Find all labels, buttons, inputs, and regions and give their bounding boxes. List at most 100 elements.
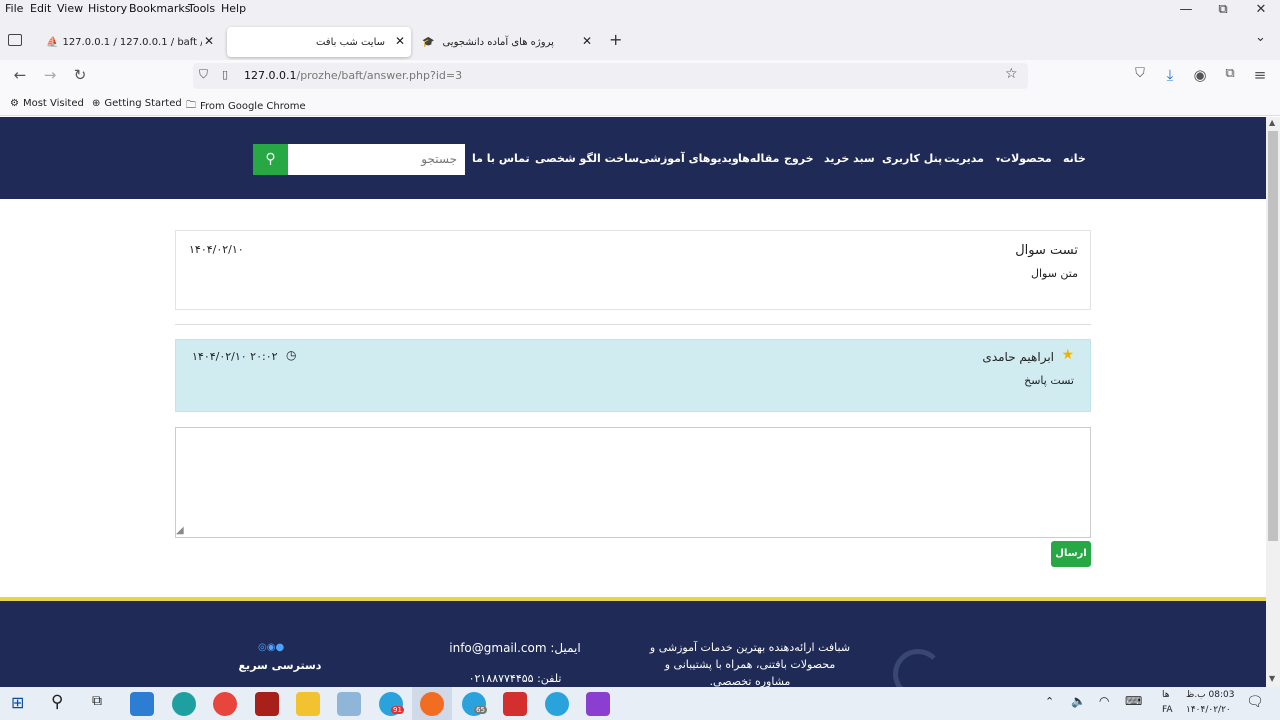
windows-taskbar: ⊞ ⚲ ⧉ 91 65 ⌃ 🔈 ◠ ⌨ ها FA 08:03 ب.ظ ۱۴۰۴… (0, 687, 1280, 720)
menu-icon[interactable]: ≡ (1250, 66, 1270, 84)
back-icon[interactable]: ← (10, 66, 30, 84)
bookmark-folder-chrome[interactable]: 🗀 From Google Chrome (186, 98, 306, 115)
close-tab-icon[interactable]: ✕ (395, 34, 405, 48)
telegram-icon[interactable] (545, 692, 569, 716)
menu-tools[interactable]: Tools (188, 2, 215, 15)
account-icon[interactable]: ◉ (1190, 66, 1210, 84)
clock-time[interactable]: 08:03 ب.ظ (1186, 690, 1234, 700)
question-date: ۱۴۰۴/۰۲/۱۰ (189, 243, 244, 256)
social-icons: ◎◉● (258, 642, 284, 653)
phpstorm-icon[interactable] (586, 692, 610, 716)
acrobat-icon[interactable] (503, 692, 527, 716)
close-tab-icon[interactable]: ✕ (204, 34, 214, 48)
file-explorer-icon[interactable] (296, 692, 320, 716)
forward-icon[interactable]: → (40, 66, 60, 84)
page-icon: ▯ (222, 68, 229, 81)
close-tab-icon[interactable]: ✕ (582, 34, 592, 48)
reply-textarea[interactable] (175, 427, 1091, 538)
bookmark-star-icon[interactable]: ☆ (1005, 66, 1018, 82)
nav-contact[interactable]: تماس با ما (472, 152, 530, 165)
nav-products[interactable]: ▾محصولات (996, 152, 1052, 165)
url-bar[interactable]: ⛉ ▯ 127.0.0.1/prozhe/baft/answer.php?id=… (193, 63, 1028, 89)
menu-history[interactable]: History (88, 2, 127, 15)
search-button[interactable]: ⚲ (253, 144, 288, 175)
folder-icon: 🗀 (186, 100, 196, 111)
question-title: تست سوال (1015, 243, 1078, 258)
scroll-down-icon[interactable]: ▼ (1269, 674, 1275, 683)
notepad-icon[interactable] (337, 692, 361, 716)
footer-email: ایمیل: info@gmail.com (449, 641, 581, 655)
edge-icon[interactable] (172, 692, 196, 716)
telegram-icon[interactable]: ● (275, 642, 284, 653)
clock-date[interactable]: ۱۴۰۴/۰۲/۲۰ (1186, 705, 1231, 715)
scroll-up-icon[interactable]: ▲ (1269, 118, 1275, 127)
volume-icon[interactable]: 🔈 (1071, 694, 1086, 708)
reload-icon[interactable]: ↻ (70, 66, 90, 84)
new-tab-button[interactable]: + (609, 30, 622, 49)
language-indicator[interactable]: ها (1162, 690, 1170, 700)
language-code[interactable]: FA (1162, 705, 1173, 715)
tab-list-icon[interactable] (8, 34, 22, 46)
footer-phone: تلفن: ۰۲۱۸۸۷۷۴۴۵۵ (468, 672, 562, 685)
firefox-icon[interactable] (420, 692, 444, 716)
keyboard-icon[interactable]: ⌨ (1125, 694, 1142, 708)
instagram-icon[interactable]: ◎ (258, 642, 267, 653)
tab-bar: ⛵ 127.0.0.1 / 127.0.0.1 / baft / use ✕ س… (0, 22, 1280, 60)
nav-cart[interactable]: سبد خرید (824, 152, 875, 165)
navigation-toolbar: ← → ↻ ⛉ ▯ 127.0.0.1/prozhe/baft/answer.p… (0, 60, 1280, 92)
bookmark-label: Most Visited (22, 98, 84, 109)
pocket-icon[interactable]: ⛉ (1130, 66, 1150, 81)
search-icon[interactable]: ⚲ (51, 692, 63, 712)
bookmark-getting-started[interactable]: ⊕ Getting Started (92, 98, 182, 109)
footer-quick-access: دسترسی سریع (238, 659, 322, 672)
chevron-up-icon[interactable]: ⌃ (1045, 695, 1054, 708)
nav-logout[interactable]: خروج (784, 152, 814, 165)
tab-label: پروژه های آماده دانشجویی (442, 36, 554, 48)
send-button[interactable]: ارسال (1051, 541, 1091, 567)
nav-user-panel[interactable]: پنل کاربری (882, 152, 942, 165)
tab-label: سایت شب بافت (315, 36, 385, 48)
app-icon[interactable] (255, 692, 279, 716)
bookmark-label: Getting Started (104, 98, 182, 109)
clock-icon: ◷ (286, 348, 297, 362)
resize-handle-icon[interactable]: ◢ (176, 525, 184, 536)
search-input[interactable]: جستجو (287, 144, 465, 175)
search-placeholder: جستجو (421, 152, 457, 166)
bookmark-label: From Google Chrome (200, 101, 306, 112)
menu-bookmarks[interactable]: Bookmarks (129, 2, 190, 15)
windows-start-icon[interactable]: ⊞ (11, 693, 24, 712)
menu-edit[interactable]: Edit (30, 2, 51, 15)
notification-icon[interactable]: 🗨 (1246, 694, 1264, 710)
maximize-button[interactable]: ⧉ (1211, 2, 1235, 20)
extensions-icon[interactable]: ⧉ (1220, 66, 1240, 81)
answer-author: ابراهیم حامدی (982, 350, 1054, 364)
nav-videos[interactable]: ویدیوهای آموزشی (639, 152, 739, 165)
chrome-icon[interactable] (213, 692, 237, 716)
footer-about-line: محصولات بافتنی، همراه با پشتیبانی و (664, 658, 836, 671)
phpmyadmin-icon: ⛵ (46, 36, 59, 48)
nav-home[interactable]: خانه (1063, 152, 1086, 165)
page-scrollbar[interactable]: ▲ ▼ (1266, 117, 1280, 687)
shield-icon[interactable]: ⛉ (199, 67, 208, 82)
nav-articles[interactable]: مقاله‌ها (738, 152, 779, 165)
nav-admin[interactable]: مدیریت (944, 152, 984, 165)
tab-projects[interactable]: 🎓 پروژه های آماده دانشجویی ✕ (414, 27, 598, 57)
badge: 91 (391, 706, 404, 714)
menu-bar: File Edit View History Bookmarks Tools H… (0, 0, 1280, 22)
scrollbar-thumb[interactable] (1268, 131, 1278, 541)
menu-help[interactable]: Help (221, 2, 246, 15)
tab-phpmyadmin[interactable]: ⛵ 127.0.0.1 / 127.0.0.1 / baft / use ✕ (38, 27, 220, 57)
menu-view[interactable]: View (57, 2, 83, 15)
wifi-icon[interactable]: ◠ (1099, 694, 1109, 708)
store-icon[interactable] (130, 692, 154, 716)
close-window-button[interactable]: ✕ (1249, 2, 1273, 20)
bookmark-most-visited[interactable]: ⚙ Most Visited (10, 98, 84, 109)
menu-file[interactable]: File (5, 2, 23, 15)
nav-custom-pattern[interactable]: ساخت الگو شخصی (535, 152, 639, 165)
url-text[interactable]: 127.0.0.1/prozhe/baft/answer.php?id=3 (244, 69, 462, 82)
download-icon[interactable]: ⤓ (1160, 66, 1180, 84)
tab-site[interactable]: سایت شب بافت ✕ (227, 27, 411, 57)
chevron-down-icon[interactable]: ⌄ (1255, 30, 1266, 45)
task-view-icon[interactable]: ⧉ (92, 693, 102, 709)
minimize-button[interactable]: — (1174, 2, 1198, 20)
